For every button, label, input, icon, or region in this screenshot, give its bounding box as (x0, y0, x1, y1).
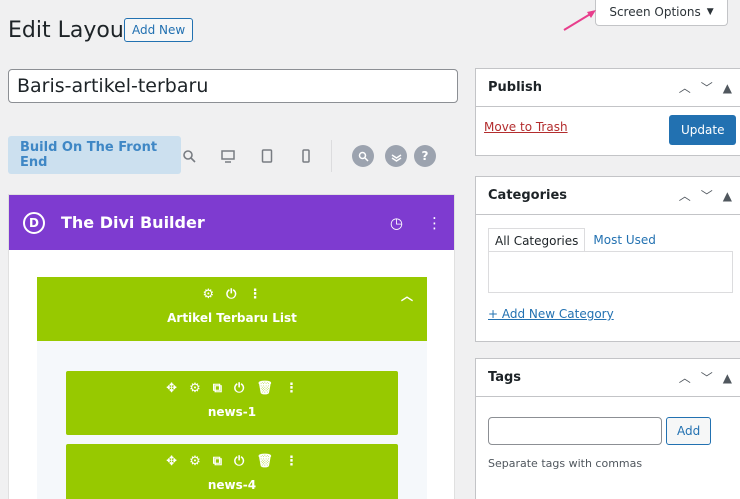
zoom-icon[interactable] (180, 147, 198, 165)
categories-box: Categories ︿ ﹀ ▲ All Categories Most Use… (475, 176, 740, 342)
post-title-input[interactable]: Baris-artikel-terbaru (8, 69, 458, 103)
page-title: Edit Layout (8, 18, 133, 43)
search-icon[interactable] (352, 145, 374, 167)
divi-logo-icon: D (23, 211, 45, 234)
help-icon[interactable]: ? (414, 145, 436, 167)
move-down-icon[interactable]: ﹀ (701, 369, 713, 386)
move-down-icon[interactable]: ﹀ (701, 79, 713, 96)
delete-icon[interactable]: 🗑 (256, 454, 273, 469)
move-icon[interactable]: ✥ (166, 381, 177, 396)
tags-box-header: Tags ︿ ﹀ ▲ (476, 359, 740, 397)
move-up-icon[interactable]: ︿ (679, 369, 691, 386)
settings-icon[interactable]: ⚙ (203, 287, 215, 302)
module-actions: ✥ ⚙ ⧉ ⏻ 🗑 ⋮ (66, 454, 398, 469)
move-to-trash-link[interactable]: Move to Trash (484, 120, 568, 134)
layers-icon[interactable] (385, 145, 407, 167)
module-news-1[interactable]: ✥ ⚙ ⧉ ⏻ 🗑 ⋮ news-1 (66, 371, 398, 435)
toggle-panel-icon[interactable]: ▲ (723, 189, 732, 203)
power-icon[interactable]: ⏻ (234, 381, 244, 396)
more-icon[interactable]: ⋮ (248, 287, 261, 302)
add-new-button[interactable]: Add New (124, 18, 194, 42)
phone-view-icon[interactable] (297, 147, 315, 165)
power-icon[interactable]: ⏻ (226, 287, 236, 302)
settings-icon[interactable]: ⚙ (189, 454, 201, 469)
module-actions: ✥ ⚙ ⧉ ⏻ 🗑 ⋮ (66, 381, 398, 396)
collapse-chevron-icon[interactable]: ︿ (401, 287, 413, 304)
tags-box: Tags ︿ ﹀ ▲ Add Separate tags with commas (475, 358, 740, 499)
publish-box-header: Publish ︿ ﹀ ▲ (476, 69, 740, 107)
tags-help-text: Separate tags with commas (488, 457, 643, 470)
divi-builder-title: The Divi Builder (61, 213, 205, 232)
divi-builder-header: D The Divi Builder ◷ ⋮ (9, 195, 454, 250)
tablet-view-icon[interactable] (258, 147, 276, 165)
toggle-panel-icon[interactable]: ▲ (723, 371, 732, 385)
module-label: news-1 (207, 405, 257, 419)
categories-box-header: Categories ︿ ﹀ ▲ (476, 177, 740, 215)
module-label: news-4 (207, 478, 257, 492)
more-icon[interactable]: ⋮ (285, 454, 298, 469)
toggle-panel-icon[interactable]: ▲ (723, 81, 732, 95)
move-up-icon[interactable]: ︿ (679, 79, 691, 96)
add-tag-button[interactable]: Add (666, 417, 712, 445)
move-up-icon[interactable]: ︿ (679, 187, 691, 204)
category-checklist (488, 251, 733, 293)
duplicate-icon[interactable]: ⧉ (213, 381, 222, 396)
screen-options-button[interactable]: Screen Options ▼ (595, 0, 728, 26)
module-news-4[interactable]: ✥ ⚙ ⧉ ⏻ 🗑 ⋮ news-4 (66, 444, 398, 499)
power-icon[interactable]: ⏻ (234, 454, 244, 469)
delete-icon[interactable]: 🗑 (256, 381, 273, 396)
section-actions: ⚙ ⏻ ⋮ (37, 287, 427, 302)
desktop-view-icon[interactable] (219, 147, 237, 165)
move-icon[interactable]: ✥ (166, 454, 177, 469)
caret-down-icon: ▼ (706, 6, 714, 17)
tags-title: Tags (488, 370, 522, 385)
history-icon[interactable]: ◷ (390, 214, 403, 232)
pointer-arrow-annotation (563, 10, 596, 31)
update-button[interactable]: Update (669, 115, 737, 145)
tag-input[interactable] (488, 417, 662, 445)
move-down-icon[interactable]: ﹀ (701, 187, 713, 204)
section-label: Artikel Terbaru List (167, 311, 297, 325)
screen-options-label: Screen Options (609, 4, 701, 19)
publish-box: Publish ︿ ﹀ ▲ Move to Trash Update (475, 68, 740, 156)
publish-title: Publish (488, 80, 542, 95)
more-options-icon[interactable]: ⋮ (427, 214, 442, 232)
settings-icon[interactable]: ⚙ (189, 381, 201, 396)
divi-builder-panel: D The Divi Builder ◷ ⋮ ⚙ ⏻ ⋮ Artikel Ter… (8, 194, 455, 499)
build-frontend-button[interactable]: Build On The Front End (8, 136, 181, 174)
duplicate-icon[interactable]: ⧉ (213, 454, 222, 469)
add-new-category-link[interactable]: + Add New Category (488, 307, 614, 321)
toolbar-divider (331, 140, 332, 172)
section-header[interactable]: ⚙ ⏻ ⋮ Artikel Terbaru List ︿ (37, 277, 427, 341)
categories-title: Categories (488, 188, 568, 203)
more-icon[interactable]: ⋮ (285, 381, 298, 396)
